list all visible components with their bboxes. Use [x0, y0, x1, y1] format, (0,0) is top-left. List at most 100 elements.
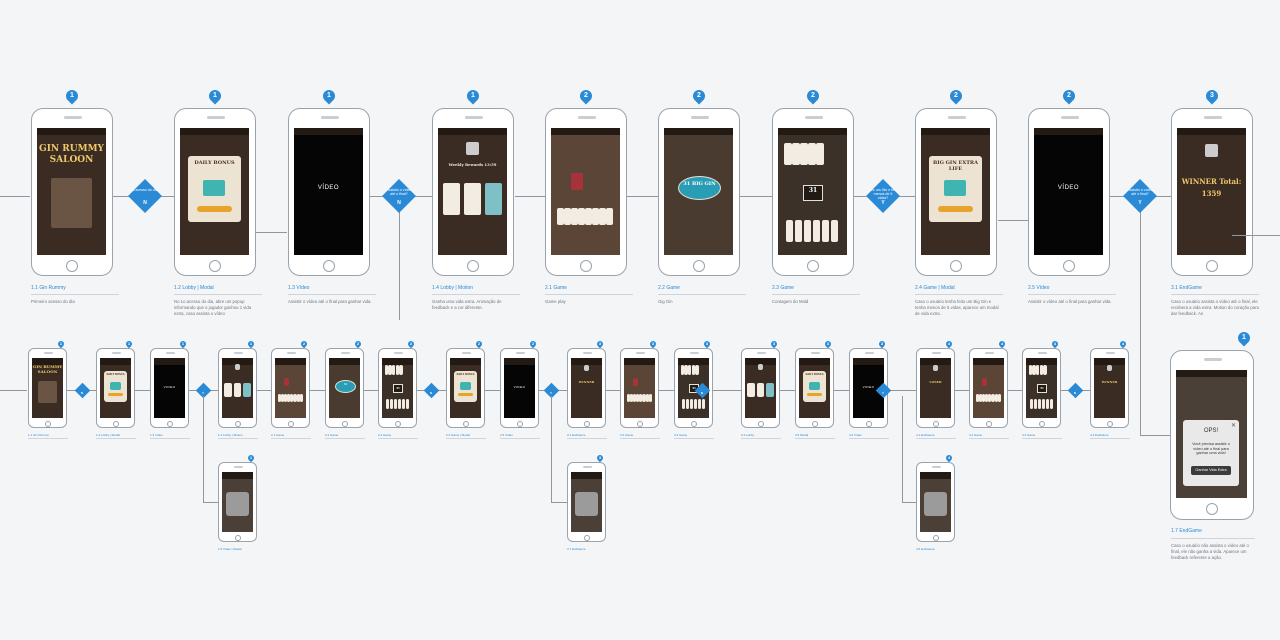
meld-card	[784, 143, 792, 165]
status-bar	[438, 128, 507, 135]
connector-line	[551, 502, 567, 503]
step-description-2: Assistir o vídeo até o final para ganhar…	[288, 294, 376, 305]
result-title: LOSER	[929, 379, 942, 384]
step-pin-3-number: 1	[471, 92, 475, 99]
hand-card	[599, 208, 606, 225]
status-bar	[853, 358, 884, 365]
avatar	[932, 365, 939, 372]
home-button	[584, 421, 590, 427]
top-phone-3: Weekly Rewards 13:59	[432, 108, 514, 276]
hanging-pin-1: 3	[595, 453, 605, 463]
bottom-pin-10: 3	[648, 339, 658, 349]
decision-diamond-3	[1123, 179, 1157, 213]
home-button	[288, 421, 294, 427]
bottom-description-1	[96, 438, 136, 451]
earn-extra-life-button[interactable]: Ganhar Vida Extra	[1191, 466, 1231, 475]
bottom-caption-4: 2.1 Game	[271, 433, 285, 437]
bottom-caption-7: 2.4 Game | Modal	[446, 433, 470, 437]
bottom-phone-6: 31	[378, 348, 417, 428]
connector-line	[955, 390, 969, 391]
hanging-caption-0: 1.5 Vídeo | Modal	[218, 547, 242, 551]
speaker	[865, 352, 874, 354]
bottom-pin-2: 1	[178, 339, 188, 349]
speaker	[932, 352, 941, 354]
connector-line	[0, 390, 27, 391]
endgame-phone: ✕ OPS! Você precisa assistir o vídeo até o…	[1170, 350, 1254, 520]
deadwood-card	[831, 220, 838, 242]
deadwood-card	[401, 399, 405, 410]
phone-screen	[973, 358, 1004, 418]
hanging-pin-0: 1	[246, 453, 256, 463]
mode-card-2	[756, 382, 765, 398]
mode-card-3	[485, 183, 502, 215]
dialog-mini	[575, 492, 598, 516]
result-title: WINNER	[578, 379, 595, 384]
count-hex: 31	[393, 384, 403, 393]
bottom-pin-3-number: 1	[249, 341, 253, 346]
speaker	[112, 352, 121, 354]
step-description-1: No 1o acesso do dia, abre um popup infor…	[174, 294, 262, 317]
connector-line	[515, 196, 545, 197]
mode-card-2	[464, 183, 481, 215]
result-title: WINNER	[1101, 379, 1118, 384]
decision-answer-2: Y	[881, 200, 885, 206]
meld-card	[687, 364, 692, 375]
connector-line	[551, 396, 552, 502]
step-description-9: Caso o usuário assista o vídeo até o fin…	[1171, 294, 1259, 317]
step-description-6: Contagem do Mold	[772, 294, 860, 305]
bonus-modal: DAILY BONUS	[188, 156, 241, 222]
home-button	[323, 260, 335, 272]
decision-answer-0: N	[143, 200, 147, 206]
hanging-phone-0	[218, 462, 257, 542]
deadwood-card	[1045, 399, 1049, 410]
bottom-pin-1: 1	[124, 339, 134, 349]
home-button	[758, 421, 764, 427]
deadwood-card	[389, 399, 393, 410]
meld-card	[391, 364, 396, 375]
hand-card	[299, 394, 303, 402]
step-caption-5: 2.2 Game	[658, 285, 680, 291]
connector-line	[255, 232, 287, 233]
decision-label-0: 1o acesso do dia?	[130, 188, 160, 192]
phone-screen: BIG GIN EXTRA LIFE	[921, 128, 990, 255]
home-button	[637, 421, 643, 427]
bottom-pin-2-number: 1	[181, 341, 185, 346]
connector-line	[780, 390, 795, 391]
home-button	[933, 421, 939, 427]
mode-card-1	[747, 382, 755, 398]
bottom-pin-7-number: 2	[477, 341, 481, 346]
big-gin-badge: 31	[335, 380, 356, 393]
decision-label-1: Assistiu o vídeo até o final?	[386, 188, 412, 196]
speaker	[1038, 352, 1047, 354]
deadwood-card	[804, 220, 811, 242]
speaker	[985, 352, 994, 354]
connector-line	[485, 390, 500, 391]
video-label: VIDEO	[163, 385, 176, 389]
step-pin-4: 2	[577, 87, 595, 105]
chest-icon	[203, 180, 225, 196]
connector-line	[0, 196, 30, 197]
connector-line	[627, 196, 658, 197]
phone-screen	[551, 128, 620, 255]
decision-answer-b4: N	[700, 391, 704, 395]
bottom-pin-10-number: 3	[651, 341, 655, 346]
status-bar	[504, 358, 535, 365]
home-button	[467, 260, 479, 272]
hand-card	[606, 208, 613, 225]
bottom-caption-13: 3.5 Modal	[795, 433, 809, 437]
bottom-caption-8: 2.5 Vídeo	[500, 433, 513, 437]
mode-card-1	[224, 382, 232, 398]
connector-line	[399, 210, 400, 320]
connector-line	[713, 390, 741, 391]
step-caption-3: 1.4 Lobby | Motion	[432, 285, 474, 291]
speaker	[341, 352, 350, 354]
bottom-description-0	[28, 438, 68, 451]
hand-card	[578, 208, 585, 225]
bottom-phone-12	[741, 348, 780, 428]
status-bar	[275, 358, 306, 365]
deck	[284, 378, 290, 386]
big-gin-badge: 31 BIG GIN	[678, 176, 721, 200]
step-pin-9-number: 3	[1210, 92, 1214, 99]
connector-line	[606, 390, 620, 391]
bottom-pin-6: 2	[406, 339, 416, 349]
